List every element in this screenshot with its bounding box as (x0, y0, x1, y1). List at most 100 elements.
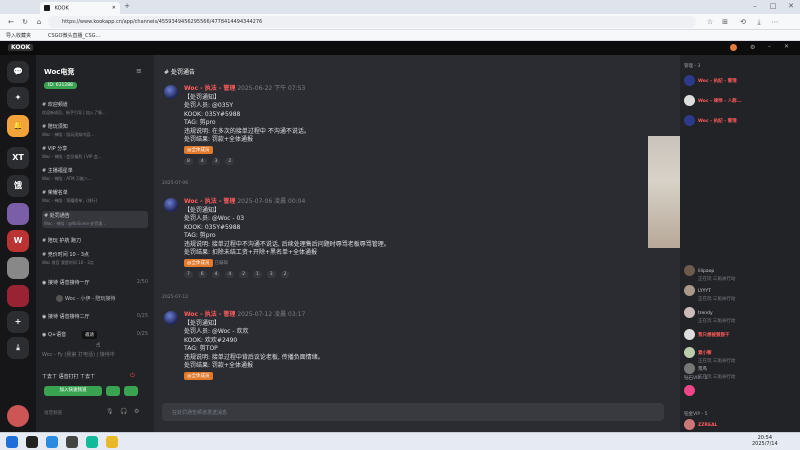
mention-all-tag[interactable]: @全体成员 (184, 145, 213, 154)
extensions-icon[interactable]: ⊞ (720, 17, 730, 27)
message-author-avatar[interactable] (164, 198, 178, 212)
user-avatar[interactable] (7, 405, 29, 427)
url-bar[interactable]: https://www.kookapp.cn/app/channels/4559… (48, 16, 696, 28)
refresh-icon[interactable]: ↻ (20, 17, 30, 27)
reaction[interactable]: 3 (211, 157, 221, 165)
download-icon[interactable]: ⤓ (754, 17, 764, 27)
close-tab-icon[interactable]: ✕ (112, 5, 116, 11)
mic-icon[interactable]: 🎙 (106, 408, 114, 415)
voice-user[interactable]: Woc - 小伊 - 陪玩接待 (56, 295, 146, 302)
reaction[interactable]: 7 (184, 270, 193, 278)
channel-rules[interactable]: # 陪玩须知 Woc - 神陪 : 陪玩须知内容... (42, 123, 148, 138)
minimize-icon[interactable]: – (750, 1, 760, 11)
home-icon[interactable]: ⌂ (34, 17, 44, 27)
user-settings-icon[interactable]: ⚙ (134, 408, 139, 415)
channel-bidding[interactable]: # 竞价时间 10 - 3点 Woc 收官 我是时间 10 - 3点 (42, 251, 148, 266)
headset-icon[interactable]: 🎧 (120, 408, 127, 415)
server-icon-bell[interactable]: 🔔 (7, 115, 29, 137)
server-icon-xt[interactable]: XT (7, 147, 29, 169)
maximize-icon[interactable]: □ (768, 1, 778, 11)
member-item[interactable] (684, 385, 698, 396)
reaction[interactable]: 4 (225, 270, 235, 278)
back-icon[interactable]: ← (6, 17, 16, 27)
voice-button[interactable] (124, 386, 138, 396)
message-author[interactable]: Woc - 执法 - 管理 (184, 198, 235, 205)
bookmark-csgo[interactable]: CSGO微头直播_CSG... (48, 32, 100, 39)
message-author[interactable]: Woc - 执法 - 管理 (184, 311, 235, 318)
star-icon[interactable]: ☆ (705, 17, 715, 27)
add-server-icon[interactable]: + (7, 311, 29, 333)
message-author-avatar[interactable] (164, 85, 178, 99)
channel-welcome[interactable]: # 欢迎频道 欢迎新成员，新手引导 | 加入了服... (42, 101, 148, 116)
mention-all-tag[interactable]: @全体成员 (184, 258, 213, 267)
edge-icon[interactable] (46, 436, 58, 448)
message-author[interactable]: Woc - 执法 - 管理 (184, 85, 235, 92)
app-icon-z[interactable] (26, 436, 38, 448)
member-item[interactable]: Woc - 执纪 - 管理 (684, 115, 737, 126)
message-line: 【处罚通知】 (184, 319, 221, 327)
server-icon-d[interactable] (7, 285, 29, 307)
reaction[interactable]: 4 (211, 270, 221, 278)
member-item[interactable]: 我只想被狠狠干 (684, 329, 730, 340)
channel-honor[interactable]: # 荣耀名单 Woc - 神陪 : 荣耀榜单，(排行) (42, 189, 148, 204)
reaction[interactable]: 4 (197, 157, 207, 165)
settings-icon[interactable]: ⚙ (750, 44, 755, 51)
screen-share-button[interactable] (106, 386, 120, 396)
reaction[interactable]: 2 (280, 270, 290, 278)
start-icon[interactable] (6, 436, 18, 448)
bookmark-import[interactable]: 导入收藏夹 (6, 32, 31, 39)
server-icon-gu[interactable]: 饿 (7, 175, 29, 197)
server-id-badge: ID: 631288 (44, 82, 77, 89)
message-line: KOOK: 035Y#5988 (184, 223, 241, 231)
reaction[interactable]: 6 (197, 270, 207, 278)
member-item[interactable]: Woc - 执纪 - 管理 (684, 75, 737, 86)
menu-icon[interactable]: ⋯ (770, 17, 780, 27)
mention-all-tag[interactable]: @全体成员 (184, 371, 213, 380)
message-line: 违规说明: 在多次的接单过程中 不沟通不说话。 (184, 127, 310, 135)
message-author-avatar[interactable] (164, 311, 178, 325)
message-line: 处罚结果: 罚款+全体通报 (184, 362, 253, 369)
history-icon[interactable]: ⟲ (738, 17, 748, 27)
chrome-icon[interactable] (106, 436, 118, 448)
member-item[interactable]: 素小黎 正在玩 三角洲行动 (684, 347, 735, 364)
app-icon-green[interactable] (86, 436, 98, 448)
mouse-cursor-icon: ☝ (96, 341, 101, 349)
server-icon-woc[interactable]: W (7, 230, 29, 252)
reaction[interactable]: 2 (239, 270, 249, 278)
server-icon-c[interactable] (7, 257, 29, 279)
voice-channel-1[interactable]: ◉ 接待 语音接待一厅 2/50 (42, 279, 148, 286)
download-app-icon[interactable]: ⤓ (7, 337, 29, 359)
message-line: 【处罚通知】 (184, 206, 221, 214)
channel-streamer[interactable]: # 主播福星单 Woc - 神陪 : ATM 万能八... (42, 167, 148, 182)
hangup-icon[interactable]: ⏻ (130, 372, 135, 380)
app-close-icon[interactable]: ✕ (784, 43, 789, 50)
notification-icon[interactable] (730, 44, 737, 51)
discover-icon[interactable]: ✦ (7, 87, 29, 109)
channel-escort[interactable]: # 陪玩 护航 跑刀 (42, 237, 148, 244)
browser-tab[interactable]: KOOK ✕ (40, 2, 120, 14)
dm-icon[interactable]: 💬 (7, 61, 29, 83)
app-icon-kook[interactable] (66, 436, 78, 448)
member-item[interactable]: lilipaop 正在玩 三角洲行动 (684, 265, 735, 282)
channel-vip[interactable]: # VIP 分享 Woc - 神陪 : 会员福利 | VIP 会... (42, 145, 148, 160)
close-window-icon[interactable]: ✕ (786, 1, 796, 11)
reaction[interactable]: 8 (184, 157, 193, 165)
reaction[interactable]: 2 (225, 157, 235, 165)
member-item[interactable]: Woc - 律师 - 人群... (684, 95, 742, 106)
new-tab-button[interactable]: + (122, 1, 132, 11)
quick-join-button[interactable]: 加入快速频道 (44, 386, 102, 396)
edited-label: 已编辑 (214, 260, 228, 266)
server-name[interactable]: Woc电竞 (44, 67, 74, 77)
reaction[interactable]: 3 (266, 270, 276, 278)
member-item[interactable]: trendy 正在玩 三角洲行动 (684, 307, 735, 324)
app-minimize-icon[interactable]: – (768, 43, 771, 50)
server-icon-a[interactable] (7, 203, 29, 225)
member-item[interactable]: LYYYT 正在玩 三角洲行动 (684, 285, 735, 302)
server-menu-icon[interactable]: ≡ (136, 67, 142, 75)
voice-channel-2[interactable]: ◉ 接待 语音接待二厅 0/25 (42, 313, 148, 320)
message-input[interactable]: 在处罚通告频道发送消息 (162, 403, 664, 421)
channel-punishment[interactable]: # 处罚通告 Woc - 神陪 : @NoSome 处罚通... (42, 211, 148, 228)
message-line: KOOK: 035Y#5988 (184, 110, 241, 118)
member-item[interactable]: ZZREAL (684, 419, 717, 430)
reaction[interactable]: 1 (252, 270, 262, 278)
